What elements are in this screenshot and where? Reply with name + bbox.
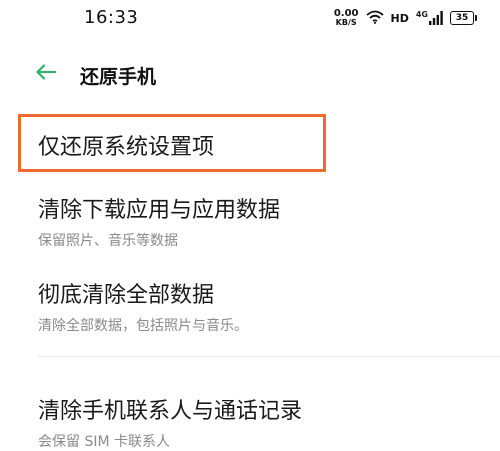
- option-description: 清除全部数据，包括照片与音乐。: [38, 318, 248, 334]
- option-title: 仅还原系统设置项: [38, 135, 215, 160]
- option-title: 清除下载应用与应用数据: [38, 198, 281, 223]
- option-clear-downloaded-apps[interactable]: 清除下载应用与应用数据 保留照片、音乐等数据: [38, 192, 478, 250]
- page-title: 还原手机: [80, 66, 157, 88]
- signal-icon: 4G: [416, 11, 443, 25]
- back-button[interactable]: [32, 60, 60, 88]
- option-clear-contacts-and-call-log[interactable]: 清除手机联系人与通话记录 会保留 SIM 卡联系人: [38, 393, 478, 451]
- wifi-icon: [365, 9, 384, 28]
- network-speed-unit: KB/S: [335, 18, 357, 27]
- battery-icon: 35: [450, 11, 477, 25]
- divider: [38, 356, 500, 357]
- option-title: 彻底清除全部数据: [38, 283, 215, 308]
- battery-level: 35: [455, 13, 469, 23]
- status-icons: 0.00 KB/S HD 4G 35: [334, 8, 477, 28]
- option-erase-all-data[interactable]: 彻底清除全部数据 清除全部数据，包括照片与音乐。: [38, 277, 478, 335]
- option-reset-system-settings[interactable]: 仅还原系统设置项: [38, 129, 478, 161]
- back-arrow-icon: [35, 63, 57, 85]
- hd-label: HD: [390, 11, 409, 25]
- option-description: 保留照片、音乐等数据: [38, 233, 178, 249]
- option-title: 清除手机联系人与通话记录: [38, 399, 303, 424]
- status-bar: 16:33 0.00 KB/S HD 4G 35: [0, 0, 500, 36]
- option-description: 会保留 SIM 卡联系人: [38, 434, 170, 450]
- status-time: 16:33: [84, 7, 139, 28]
- header: 还原手机: [0, 58, 500, 94]
- signal-label: 4G: [415, 10, 428, 19]
- network-speed: 0.00 KB/S: [334, 9, 359, 27]
